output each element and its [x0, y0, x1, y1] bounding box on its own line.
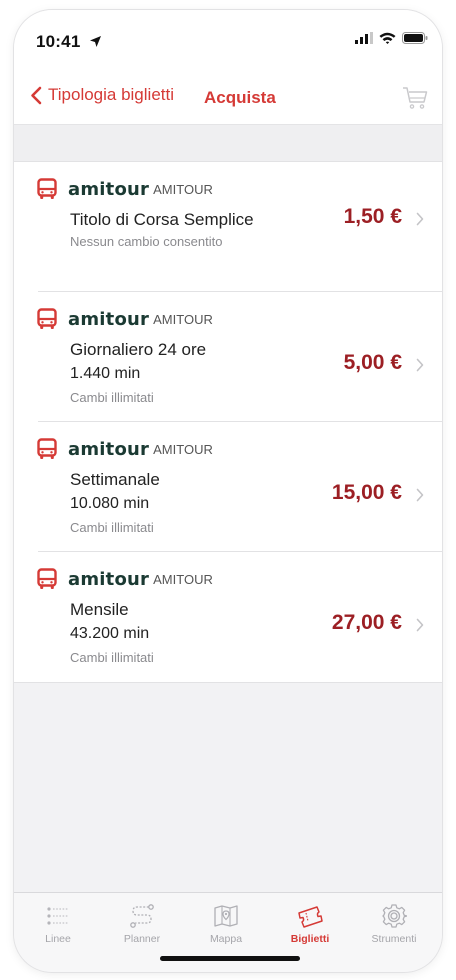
- home-indicator: [160, 956, 300, 961]
- phone-screen: 10:41 Tipologia biglietti Acquista amito…: [14, 10, 442, 972]
- chevron-right-icon: [416, 358, 424, 372]
- ticket-note: Nessun cambio consentito: [70, 234, 223, 249]
- operator-name: AMITOUR: [153, 311, 213, 327]
- ticket-row[interactable]: amitour AMITOUR Titolo di Corsa Semplice…: [14, 162, 442, 292]
- location-arrow-icon: [90, 36, 102, 47]
- bus-icon: [37, 438, 57, 459]
- back-label: Tipologia biglietti: [48, 85, 174, 104]
- amitour-logo: amitour: [68, 568, 150, 590]
- operator-brand: amitour AMITOUR: [36, 438, 213, 460]
- route-icon: [130, 904, 154, 928]
- bus-icon: [37, 178, 57, 199]
- ticket-title: Titolo di Corsa Semplice: [70, 210, 254, 229]
- ticket-row[interactable]: amitour AMITOUR Mensile 43.200 min Cambi…: [14, 552, 442, 682]
- page-title: Acquista: [204, 88, 276, 107]
- tab-biglietti[interactable]: Biglietti: [270, 901, 350, 945]
- operator-name: AMITOUR: [153, 181, 213, 197]
- bus-icon: [37, 568, 57, 589]
- ticket-row[interactable]: amitour AMITOUR Giornaliero 24 ore 1.440…: [14, 292, 442, 422]
- ticket-price: 1,50 €: [343, 205, 402, 228]
- ticket-duration: 43.200 min: [70, 625, 150, 642]
- tab-strumenti[interactable]: Strumenti: [354, 901, 434, 945]
- ticket-icon: [298, 906, 323, 928]
- amitour-logo: amitour: [68, 438, 150, 460]
- section-spacer: [14, 125, 442, 162]
- ticket-price: 27,00 €: [331, 611, 402, 634]
- tab-label: Biglietti: [290, 933, 330, 945]
- operator-brand: amitour AMITOUR: [36, 568, 213, 590]
- operator-name: AMITOUR: [153, 441, 213, 457]
- chevron-right-icon: [416, 488, 424, 502]
- tab-label: Planner: [123, 933, 161, 945]
- tab-mappa[interactable]: Mappa: [186, 901, 266, 945]
- navigation-bar: Tipologia biglietti Acquista: [14, 68, 442, 125]
- tab-label: Mappa: [209, 933, 243, 945]
- wifi-icon: [379, 32, 396, 44]
- chevron-right-icon: [416, 618, 424, 632]
- lines-icon: [47, 907, 68, 925]
- battery-icon: [402, 32, 428, 44]
- tab-linee[interactable]: Linee: [18, 901, 98, 945]
- ticket-price: 15,00 €: [331, 481, 402, 504]
- bus-icon: [37, 308, 57, 329]
- ticket-duration: 10.080 min: [70, 495, 150, 512]
- ticket-title: Settimanale: [70, 470, 160, 489]
- operator-brand: amitour AMITOUR: [36, 178, 213, 200]
- ticket-list: amitour AMITOUR Titolo di Corsa Semplice…: [14, 162, 442, 683]
- ticket-row[interactable]: amitour AMITOUR Settimanale 10.080 min C…: [14, 422, 442, 552]
- ticket-price: 5,00 €: [343, 351, 402, 374]
- back-button[interactable]: Tipologia biglietti: [30, 85, 174, 105]
- chevron-left-icon: [31, 86, 42, 104]
- ticket-note: Cambi illimitati: [70, 390, 154, 405]
- ticket-title: Giornaliero 24 ore: [70, 340, 207, 359]
- signal-icon: [355, 32, 373, 44]
- tab-label: Strumenti: [371, 933, 417, 945]
- amitour-logo: amitour: [68, 308, 150, 330]
- ticket-duration: 1.440 min: [70, 365, 141, 382]
- operator-brand: amitour AMITOUR: [36, 308, 213, 330]
- tab-planner[interactable]: Planner: [102, 901, 182, 945]
- status-bar: 10:41: [14, 10, 442, 68]
- operator-name: AMITOUR: [153, 571, 213, 587]
- status-time: 10:41: [36, 32, 102, 52]
- ticket-note: Cambi illimitati: [70, 650, 154, 665]
- tab-label: Linee: [45, 933, 71, 945]
- ticket-title: Mensile: [70, 600, 129, 619]
- ticket-note: Cambi illimitati: [70, 520, 154, 535]
- map-icon: [214, 905, 238, 927]
- amitour-logo: amitour: [68, 178, 150, 200]
- status-icons: [355, 32, 428, 44]
- cart-icon[interactable]: [402, 86, 428, 110]
- chevron-right-icon: [416, 212, 424, 226]
- gear-icon: [382, 904, 407, 928]
